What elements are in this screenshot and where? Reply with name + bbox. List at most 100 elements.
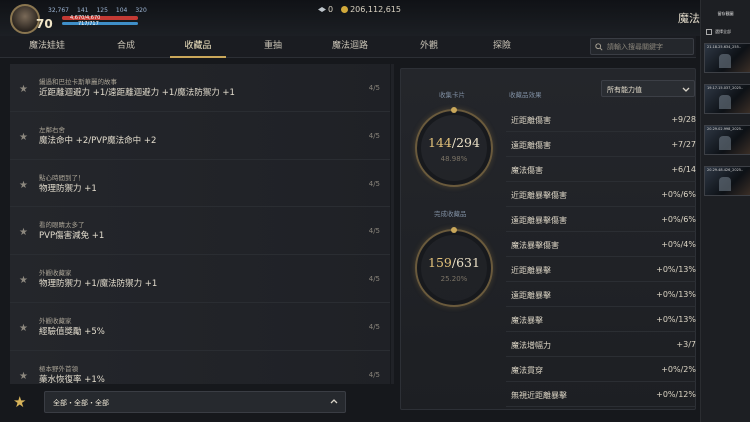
effect-row: 魔法暴擊傷害 +0%/4% (506, 232, 696, 257)
character-stats: 32,767 141 125 104 320 (48, 7, 147, 14)
tab-appearance[interactable]: 外觀 (392, 36, 466, 57)
star-icon[interactable]: ★ (19, 132, 28, 143)
completed-collections-count: 159/631 (417, 255, 491, 270)
collection-effect: 經驗值獎勵 +5% (39, 326, 105, 337)
effect-value: +0%/13% (656, 290, 696, 299)
collection-item[interactable]: ★ 左鄰右舍 魔法命中 +2/PVP魔法命中 +2 4/5 (10, 111, 390, 160)
collection-item[interactable]: ★ 鑷過和巴拉卡斯華麗的故事 近距離迴避力 +1/遠距離迴避力 +1/魔法防禦力… (10, 64, 390, 112)
effect-name: 魔法傷害 (511, 166, 543, 175)
tab-synthesis[interactable]: 合成 (94, 36, 158, 57)
completed-collections-value: 159 (428, 255, 452, 270)
collection-item[interactable]: ★ 看的眼睛太多了 PVP傷害減免 +1 4/5 (10, 207, 390, 256)
effect-name: 遠距離暴擊 (511, 291, 551, 300)
effect-value: +6/14 (671, 165, 696, 174)
collection-item[interactable]: ★ 極本野外首領 藥水恢復率 +1% 4/5 (10, 350, 390, 384)
search-box[interactable] (590, 38, 694, 55)
collection-effects-label: 收藏品效果 (509, 91, 542, 99)
ring-knob (451, 227, 457, 233)
collection-progress: 4/5 (368, 370, 380, 379)
cards-collected-count: 144/294 (417, 135, 491, 150)
effect-name: 無視近距離暴擊 (511, 391, 567, 400)
screenshot-strip: 留存截圖 選擇全部 21.18.25.634_255.. 19.17.15.03… (700, 0, 750, 422)
collection-item[interactable]: ★ 外觀收藏家 經驗值獎勵 +5% 4/5 (10, 302, 390, 351)
collection-list: ★ 鑷過和巴拉卡斯華麗的故事 近距離迴避力 +1/遠距離迴避力 +1/魔法防禦力… (10, 64, 390, 384)
tab-collection[interactable]: 收藏品 (158, 36, 238, 58)
collection-effect: 魔法命中 +2/PVP魔法命中 +2 (39, 135, 157, 146)
screenshot-thumbnail[interactable]: 20.29.48.426_2025.. (704, 166, 750, 196)
category-filter-label: 全部・全部・全部 (53, 399, 109, 407)
star-icon[interactable]: ★ (19, 371, 28, 382)
effect-row: 遠距離傷害 +7/27 (506, 132, 696, 157)
collection-effects-list: 近距離傷害 +9/28 遠距離傷害 +7/27 魔法傷害 +6/14 近距離暴擊傷害 +… (506, 107, 696, 407)
mp-bar-fill (62, 22, 138, 25)
collection-effect: PVP傷害減免 +1 (39, 231, 105, 242)
tab-magic-doll[interactable]: 魔法娃娃 (0, 36, 94, 57)
tab-reroll[interactable]: 重抽 (238, 36, 308, 57)
effect-row: 無視近距離暴擊 +0%/12% (506, 382, 696, 407)
category-filter-dropdown[interactable]: 全部・全部・全部 (44, 391, 346, 413)
favorite-filter-star-icon[interactable]: ★ (13, 393, 26, 411)
top-hud: 70 32,767 141 125 104 320 4,670/4,670 71… (0, 0, 750, 36)
star-icon[interactable]: ★ (19, 227, 28, 238)
cards-collected-value: 144 (428, 135, 452, 150)
collection-item[interactable]: ★ 外觀收藏家 物理防禦力 +1/魔法防禦力 +1 4/5 (10, 255, 390, 303)
collection-effect: 近距離迴避力 +1/遠距離迴避力 +1/魔法防禦力 +1 (39, 88, 235, 98)
effect-row: 近距離暴擊傷害 +0%/6% (506, 182, 696, 207)
collection-name: 外觀收藏家 (39, 316, 72, 325)
diamond-currency[interactable]: 0 (318, 5, 333, 14)
effect-row: 近距離傷害 +9/28 (506, 107, 696, 132)
effect-value: +0%/6% (661, 215, 696, 224)
effect-row: 魔法傷害 +6/14 (506, 157, 696, 182)
star-icon[interactable]: ★ (19, 180, 28, 191)
effect-row: 魔法暴擊 +0%/13% (506, 307, 696, 332)
thumbnail-figure (719, 95, 731, 109)
search-input[interactable] (607, 42, 693, 51)
screenshot-thumbnail[interactable]: 21.18.25.634_255.. (704, 43, 750, 73)
search-icon (595, 42, 603, 51)
cards-collected-label: 收集卡片 (439, 91, 465, 99)
collection-name: 左鄰右舍 (39, 125, 65, 134)
star-icon[interactable]: ★ (19, 84, 28, 95)
thumbnail-timestamp: 19.17.15.037_2025.. (707, 86, 744, 90)
screenshot-strip-title: 留存截圖 (717, 11, 734, 16)
effect-value: +0%/13% (656, 265, 696, 274)
stat-value-5: 320 (135, 7, 147, 14)
star-icon[interactable]: ★ (19, 323, 28, 334)
collection-name: 點心時間到了！ (39, 173, 85, 182)
gold-currency[interactable]: 206,112,615 (341, 5, 401, 14)
tab-magic-circuit[interactable]: 魔法迴路 (308, 36, 392, 57)
list-scrollbar[interactable] (391, 64, 394, 384)
thumbnail-timestamp: 20.29.48.426_2025.. (707, 168, 744, 172)
select-all-label: 選擇全部 (715, 29, 731, 34)
effect-value: +7/27 (671, 140, 696, 149)
completed-collections-ring: 159/631 25.20% (415, 227, 493, 307)
effect-name: 近距離傷害 (511, 116, 551, 125)
completed-collections-label: 完成收藏品 (434, 210, 467, 218)
cards-collected-percent: 48.98% (440, 155, 468, 163)
effect-value: +0%/4% (661, 240, 696, 249)
collection-name: 看的眼睛太多了 (39, 221, 85, 230)
collection-summary-panel: 收集卡片 144/294 48.98% 完成收藏品 159/631 25.20%… (400, 68, 696, 410)
collection-name: 外觀收藏家 (39, 269, 72, 278)
completed-collections-percent: 25.20% (440, 275, 468, 283)
gold-coin-icon (341, 6, 349, 13)
effect-value: +0%/2% (661, 365, 696, 374)
chevron-down-icon (682, 87, 690, 92)
screenshot-thumbnail[interactable]: 20.29.02.998_2025.. (704, 125, 750, 155)
screenshot-thumbnail[interactable]: 19.17.15.037_2025.. (704, 84, 750, 114)
stat-filter-dropdown[interactable]: 所有能力值 (601, 80, 695, 97)
collection-progress: 4/5 (368, 179, 380, 188)
collection-progress: 4/5 (368, 275, 380, 284)
collection-effect: 藥水恢復率 +1% (39, 374, 105, 384)
collection-name: 極本野外首領 (39, 364, 78, 373)
tab-exploration[interactable]: 探險 (466, 36, 538, 57)
select-all-checkbox[interactable]: 選擇全部 (706, 29, 731, 35)
diamond-amount: 0 (328, 5, 334, 14)
star-icon[interactable]: ★ (19, 275, 28, 286)
collection-item[interactable]: ★ 點心時間到了！ 物理防禦力 +1 4/5 (10, 159, 390, 208)
thumbnail-timestamp: 21.18.25.634_255.. (707, 45, 742, 49)
effect-name: 魔法暴擊 (511, 316, 543, 325)
collection-progress: 4/5 (368, 84, 380, 92)
stat-filter-value: 所有能力值 (607, 86, 642, 94)
effect-row: 魔法增幅力 +3/7 (506, 332, 696, 357)
